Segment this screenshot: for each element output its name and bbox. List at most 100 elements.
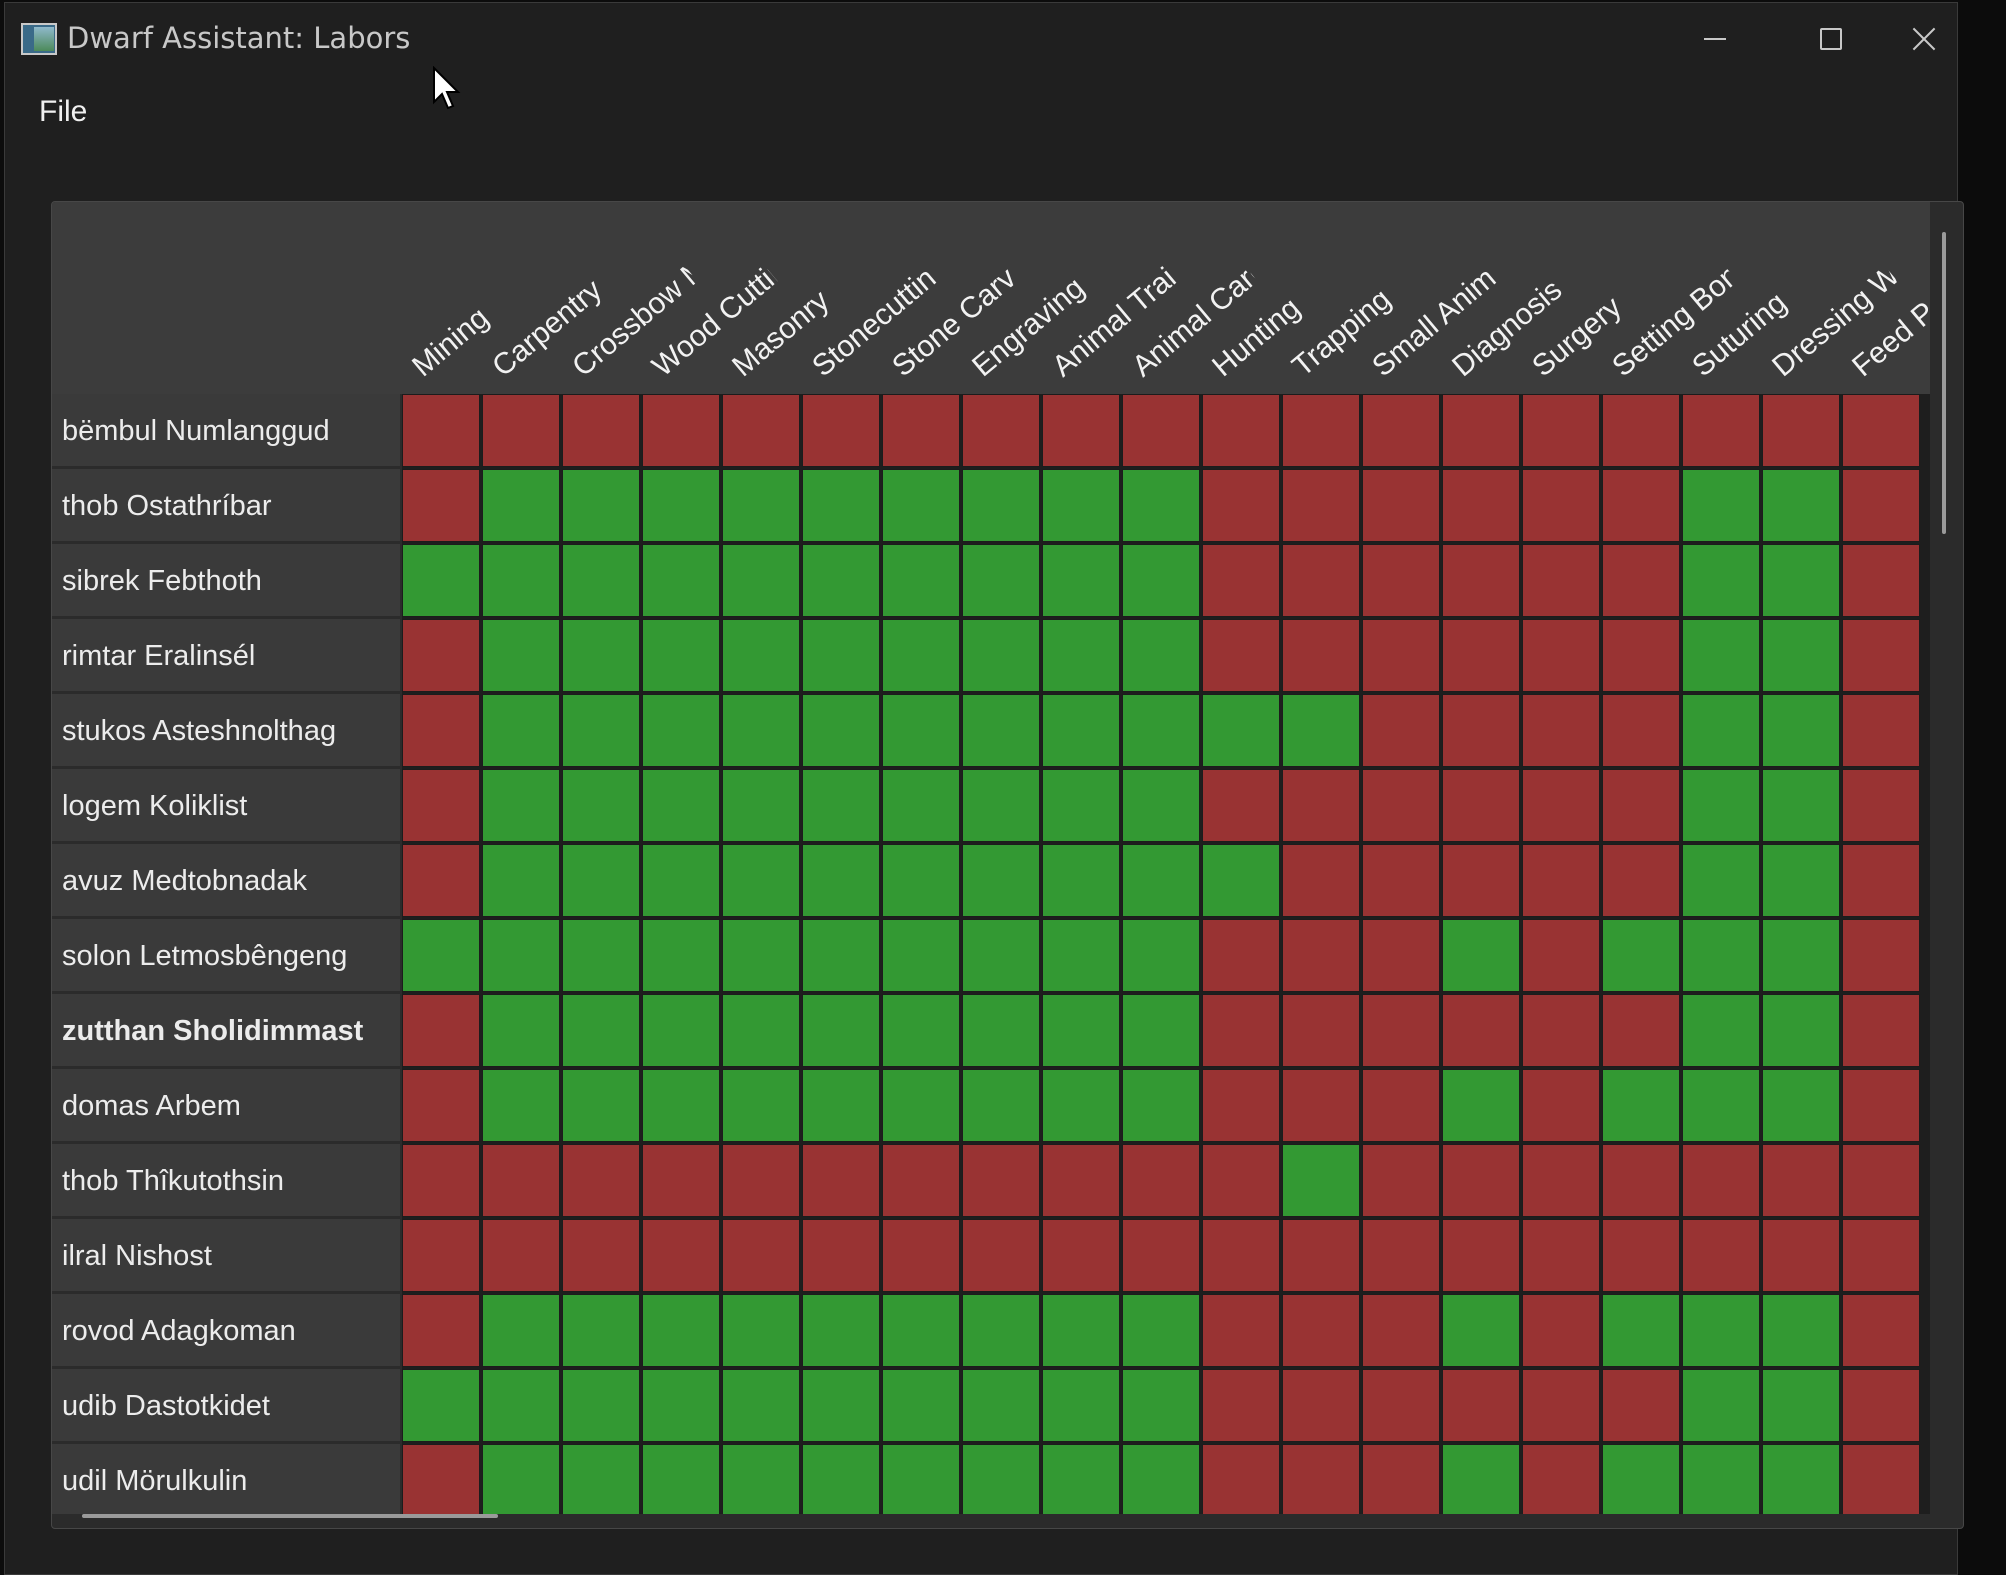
labor-toggle-cell[interactable] [1122,469,1200,542]
labor-toggle-cell[interactable] [1282,844,1360,917]
labor-toggle-cell[interactable] [482,1069,560,1142]
labor-toggle-cell[interactable] [642,1294,720,1367]
labor-toggle-cell[interactable] [1842,544,1920,617]
labor-toggle-cell[interactable] [1442,1444,1520,1514]
labor-toggle-cell[interactable] [562,919,640,992]
labor-toggle-cell[interactable] [962,1219,1040,1292]
labor-toggle-cell[interactable] [1682,1219,1760,1292]
labor-toggle-cell[interactable] [882,694,960,767]
labor-toggle-cell[interactable] [402,1144,480,1217]
labor-toggle-cell[interactable] [1442,1144,1520,1217]
labor-toggle-cell[interactable] [642,1144,720,1217]
labor-toggle-cell[interactable] [1122,619,1200,692]
labor-toggle-cell[interactable] [482,844,560,917]
labor-toggle-cell[interactable] [1442,1219,1520,1292]
labor-toggle-cell[interactable] [402,1219,480,1292]
labor-toggle-cell[interactable] [1042,1219,1120,1292]
labor-toggle-cell[interactable] [402,1369,480,1442]
labor-toggle-cell[interactable] [1442,1369,1520,1442]
labor-toggle-cell[interactable] [562,769,640,842]
labor-toggle-cell[interactable] [802,1144,880,1217]
labor-toggle-cell[interactable] [1762,619,1840,692]
labor-toggle-cell[interactable] [1762,1294,1840,1367]
labor-toggle-cell[interactable] [722,769,800,842]
labor-toggle-cell[interactable] [722,544,800,617]
labor-toggle-cell[interactable] [1042,769,1120,842]
labor-toggle-cell[interactable] [1522,919,1600,992]
labor-toggle-cell[interactable] [1522,994,1600,1067]
labor-toggle-cell[interactable] [1762,1219,1840,1292]
labor-toggle-cell[interactable] [1442,619,1520,692]
labor-toggle-cell[interactable] [1602,994,1680,1067]
labor-toggle-cell[interactable] [882,769,960,842]
labor-toggle-cell[interactable] [962,1144,1040,1217]
dwarf-name[interactable]: udil Mörulkulin [52,1444,400,1514]
labor-toggle-cell[interactable] [1282,1069,1360,1142]
labor-toggle-cell[interactable] [402,1294,480,1367]
labor-toggle-cell[interactable] [1842,469,1920,542]
labor-toggle-cell[interactable] [1282,1294,1360,1367]
labor-toggle-cell[interactable] [1282,694,1360,767]
labor-toggle-cell[interactable] [802,394,880,467]
labor-toggle-cell[interactable] [1362,469,1440,542]
labor-toggle-cell[interactable] [1602,919,1680,992]
labor-toggle-cell[interactable] [562,994,640,1067]
labor-toggle-cell[interactable] [482,544,560,617]
labor-toggle-cell[interactable] [1042,1144,1120,1217]
labor-toggle-cell[interactable] [962,694,1040,767]
labor-toggle-cell[interactable] [562,1144,640,1217]
labor-toggle-cell[interactable] [1522,469,1600,542]
labor-toggle-cell[interactable] [1842,1144,1920,1217]
labor-toggle-cell[interactable] [642,769,720,842]
labor-toggle-cell[interactable] [802,469,880,542]
dwarf-name[interactable]: avuz Medtobnadak [52,844,400,918]
labor-toggle-cell[interactable] [1362,844,1440,917]
labor-toggle-cell[interactable] [722,919,800,992]
labor-toggle-cell[interactable] [482,1144,560,1217]
labor-toggle-cell[interactable] [1202,1444,1280,1514]
labor-toggle-cell[interactable] [882,844,960,917]
labor-toggle-cell[interactable] [1682,1144,1760,1217]
labor-toggle-cell[interactable] [722,1219,800,1292]
labor-toggle-cell[interactable] [722,469,800,542]
labor-toggle-cell[interactable] [482,919,560,992]
labor-toggle-cell[interactable] [1602,394,1680,467]
labor-toggle-cell[interactable] [1202,1294,1280,1367]
labor-toggle-cell[interactable] [1042,919,1120,992]
labor-toggle-cell[interactable] [1282,919,1360,992]
labor-toggle-cell[interactable] [482,1219,560,1292]
labor-toggle-cell[interactable] [1282,1219,1360,1292]
labor-toggle-cell[interactable] [1122,1069,1200,1142]
labor-toggle-cell[interactable] [1202,544,1280,617]
labor-toggle-cell[interactable] [1522,1069,1600,1142]
dwarf-name[interactable]: domas Arbem [52,1069,400,1143]
labor-toggle-cell[interactable] [1762,844,1840,917]
labor-toggle-cell[interactable] [402,844,480,917]
labor-toggle-cell[interactable] [402,619,480,692]
labor-toggle-cell[interactable] [1762,769,1840,842]
labor-toggle-cell[interactable] [1202,394,1280,467]
labor-toggle-cell[interactable] [722,694,800,767]
labor-toggle-cell[interactable] [642,394,720,467]
labor-toggle-cell[interactable] [642,919,720,992]
labor-toggle-cell[interactable] [722,394,800,467]
labor-toggle-cell[interactable] [1042,694,1120,767]
dwarf-name[interactable]: sibrek Febthoth [52,544,400,618]
labor-toggle-cell[interactable] [1522,694,1600,767]
labor-toggle-cell[interactable] [722,844,800,917]
labor-toggle-cell[interactable] [402,919,480,992]
labor-toggle-cell[interactable] [562,1294,640,1367]
labor-toggle-cell[interactable] [642,844,720,917]
labor-toggle-cell[interactable] [1522,544,1600,617]
dwarf-name[interactable]: logem Koliklist [52,769,400,843]
labor-toggle-cell[interactable] [1842,1444,1920,1514]
labor-toggle-cell[interactable] [962,1369,1040,1442]
labor-toggle-cell[interactable] [1602,544,1680,617]
labor-toggle-cell[interactable] [1602,1219,1680,1292]
labor-toggle-cell[interactable] [1202,919,1280,992]
labor-toggle-cell[interactable] [1602,1444,1680,1514]
labor-toggle-cell[interactable] [482,1294,560,1367]
labor-toggle-cell[interactable] [882,544,960,617]
labor-toggle-cell[interactable] [802,619,880,692]
labor-toggle-cell[interactable] [1442,844,1520,917]
